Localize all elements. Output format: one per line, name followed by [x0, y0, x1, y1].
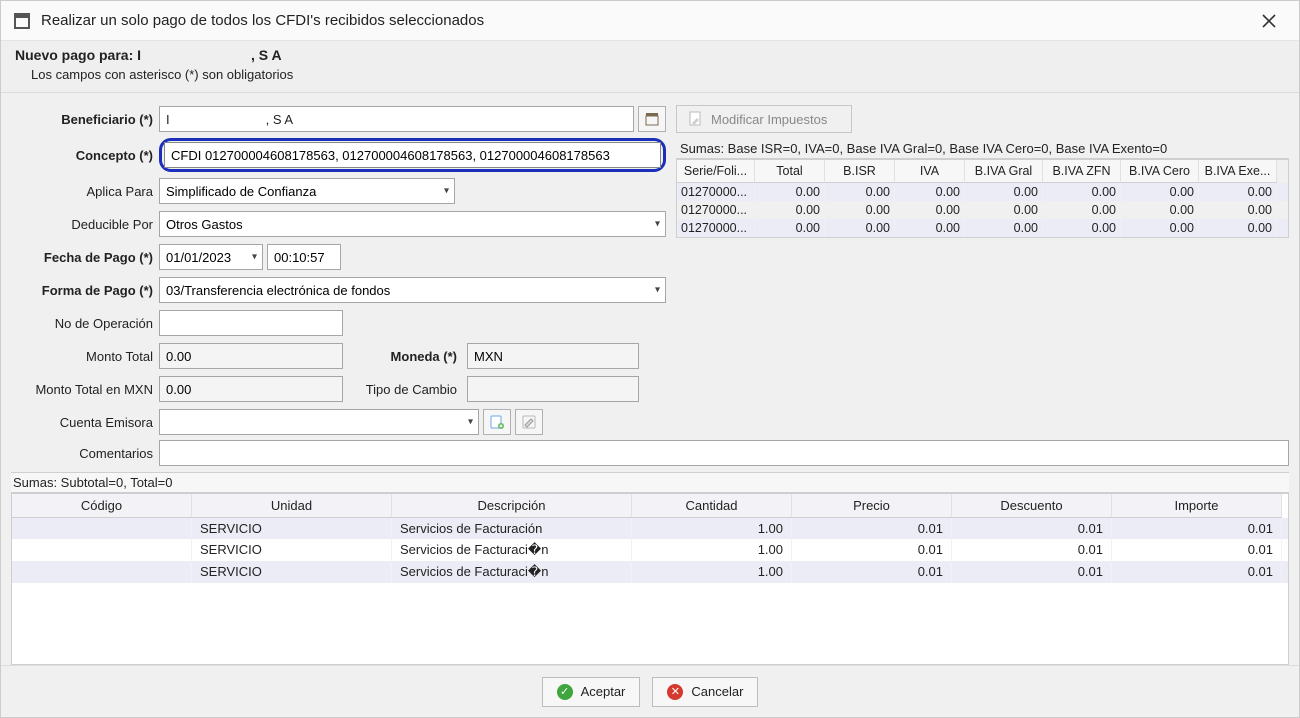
subheader-line1: Nuevo pago para: I , S A [15, 47, 1285, 63]
label-cuenta-emisora: Cuenta Emisora [11, 415, 159, 430]
cancelar-button[interactable]: ✕ Cancelar [652, 677, 758, 707]
check-icon: ✓ [557, 684, 573, 700]
th-bcero[interactable]: B.IVA Cero [1121, 160, 1199, 183]
button-bar: ✓ Aceptar ✕ Cancelar [1, 665, 1299, 717]
subheader-line1-suffix: , S A [251, 47, 282, 63]
window-title: Realizar un solo pago de todos los CFDI'… [41, 12, 1249, 29]
aceptar-label: Aceptar [581, 684, 626, 699]
label-fecha-pago: Fecha de Pago (*) [11, 250, 159, 265]
aplica-para-select[interactable] [159, 178, 455, 204]
th-bgral[interactable]: B.IVA Gral [965, 160, 1043, 183]
tax-sums: Sumas: Base ISR=0, IVA=0, Base IVA Gral=… [676, 139, 1289, 159]
label-deducible-por: Deducible Por [11, 217, 159, 232]
label-no-operacion: No de Operación [11, 316, 159, 331]
dh-descuento[interactable]: Descuento [952, 494, 1112, 518]
label-forma-pago: Forma de Pago (*) [11, 283, 159, 298]
close-button[interactable] [1249, 3, 1289, 39]
th-total[interactable]: Total [755, 160, 825, 183]
deducible-por-select[interactable] [159, 211, 666, 237]
row-comentarios: Comentarios [11, 440, 1289, 466]
label-concepto: Concepto (*) [11, 148, 159, 163]
label-monto-total-mxn: Monto Total en MXN [11, 382, 159, 397]
cuenta-edit-button[interactable] [515, 409, 543, 435]
modificar-impuestos-button: Modificar Impuestos [676, 105, 852, 133]
dh-descripcion[interactable]: Descripción [392, 494, 632, 518]
no-operacion-input[interactable] [159, 310, 343, 336]
label-comentarios: Comentarios [11, 446, 159, 461]
label-aplica-para: Aplica Para [11, 184, 159, 199]
subheader-line1-prefix: Nuevo pago para: I [15, 47, 141, 63]
cuenta-add-button[interactable] [483, 409, 511, 435]
monto-total-mxn-input [159, 376, 343, 402]
subheader: Nuevo pago para: I , S A Los campos con a… [1, 41, 1299, 93]
label-monto-total: Monto Total [11, 349, 159, 364]
detail-row[interactable]: SERVICIO Servicios de Facturación 1.00 0… [12, 518, 1288, 539]
th-serie[interactable]: Serie/Foli... [677, 160, 755, 183]
monto-total-input [159, 343, 343, 369]
tax-grid-header: Serie/Foli... Total B.ISR IVA B.IVA Gral… [677, 160, 1288, 183]
beneficiario-lookup-button[interactable] [638, 106, 666, 132]
dh-cantidad[interactable]: Cantidad [632, 494, 792, 518]
tax-row[interactable]: 01270000... 0.00 0.00 0.00 0.00 0.00 0.0… [677, 219, 1288, 237]
detail-sums: Sumas: Subtotal=0, Total=0 [11, 472, 1289, 493]
cuenta-emisora-select[interactable] [159, 409, 479, 435]
moneda-input [467, 343, 639, 369]
label-tipo-cambio: Tipo de Cambio [347, 382, 463, 397]
content: Beneficiario (*) I , S A Concepto (*) [1, 93, 1299, 665]
comentarios-input[interactable] [159, 440, 1289, 466]
dh-precio[interactable]: Precio [792, 494, 952, 518]
label-beneficiario: Beneficiario (*) [11, 112, 159, 127]
aceptar-button[interactable]: ✓ Aceptar [542, 677, 641, 707]
modificar-impuestos-label: Modificar Impuestos [711, 112, 827, 127]
app-icon [13, 12, 31, 30]
titlebar: Realizar un solo pago de todos los CFDI'… [1, 1, 1299, 41]
th-bzfn[interactable]: B.IVA ZFN [1043, 160, 1121, 183]
cancel-icon: ✕ [667, 684, 683, 700]
beneficiario-suffix: , S A [266, 112, 293, 127]
concepto-input[interactable] [164, 142, 661, 168]
subheader-line2: Los campos con asterisco (*) son obligat… [31, 67, 1285, 82]
beneficiario-input[interactable]: I , S A [159, 106, 634, 132]
tax-grid: Serie/Foli... Total B.ISR IVA B.IVA Gral… [676, 159, 1289, 238]
beneficiario-prefix: I [166, 112, 170, 127]
tipo-cambio-input [467, 376, 639, 402]
forma-pago-select[interactable] [159, 277, 666, 303]
left-form: Beneficiario (*) I , S A Concepto (*) [11, 105, 666, 436]
label-moneda: Moneda (*) [347, 349, 463, 364]
hora-pago-input[interactable] [267, 244, 341, 270]
dh-importe[interactable]: Importe [1112, 494, 1282, 518]
detail-row[interactable]: SERVICIO Servicios de Facturaci�n 1.00 0… [12, 539, 1288, 561]
dh-unidad[interactable]: Unidad [192, 494, 392, 518]
cancelar-label: Cancelar [691, 684, 743, 699]
detail-grid-header: Código Unidad Descripción Cantidad Preci… [12, 494, 1288, 518]
detail-grid: Código Unidad Descripción Cantidad Preci… [11, 493, 1289, 665]
payment-window: Realizar un solo pago de todos los CFDI'… [0, 0, 1300, 718]
th-bexe[interactable]: B.IVA Exe... [1199, 160, 1277, 183]
fecha-pago-input[interactable] [159, 244, 263, 270]
tax-row[interactable]: 01270000... 0.00 0.00 0.00 0.00 0.00 0.0… [677, 201, 1288, 219]
dh-codigo[interactable]: Código [12, 494, 192, 518]
th-bisr[interactable]: B.ISR [825, 160, 895, 183]
th-iva[interactable]: IVA [895, 160, 965, 183]
right-panel: Modificar Impuestos Sumas: Base ISR=0, I… [676, 105, 1289, 436]
detail-row[interactable]: SERVICIO Servicios de Facturaci�n 1.00 0… [12, 561, 1288, 583]
tax-row[interactable]: 01270000... 0.00 0.00 0.00 0.00 0.00 0.0… [677, 183, 1288, 201]
